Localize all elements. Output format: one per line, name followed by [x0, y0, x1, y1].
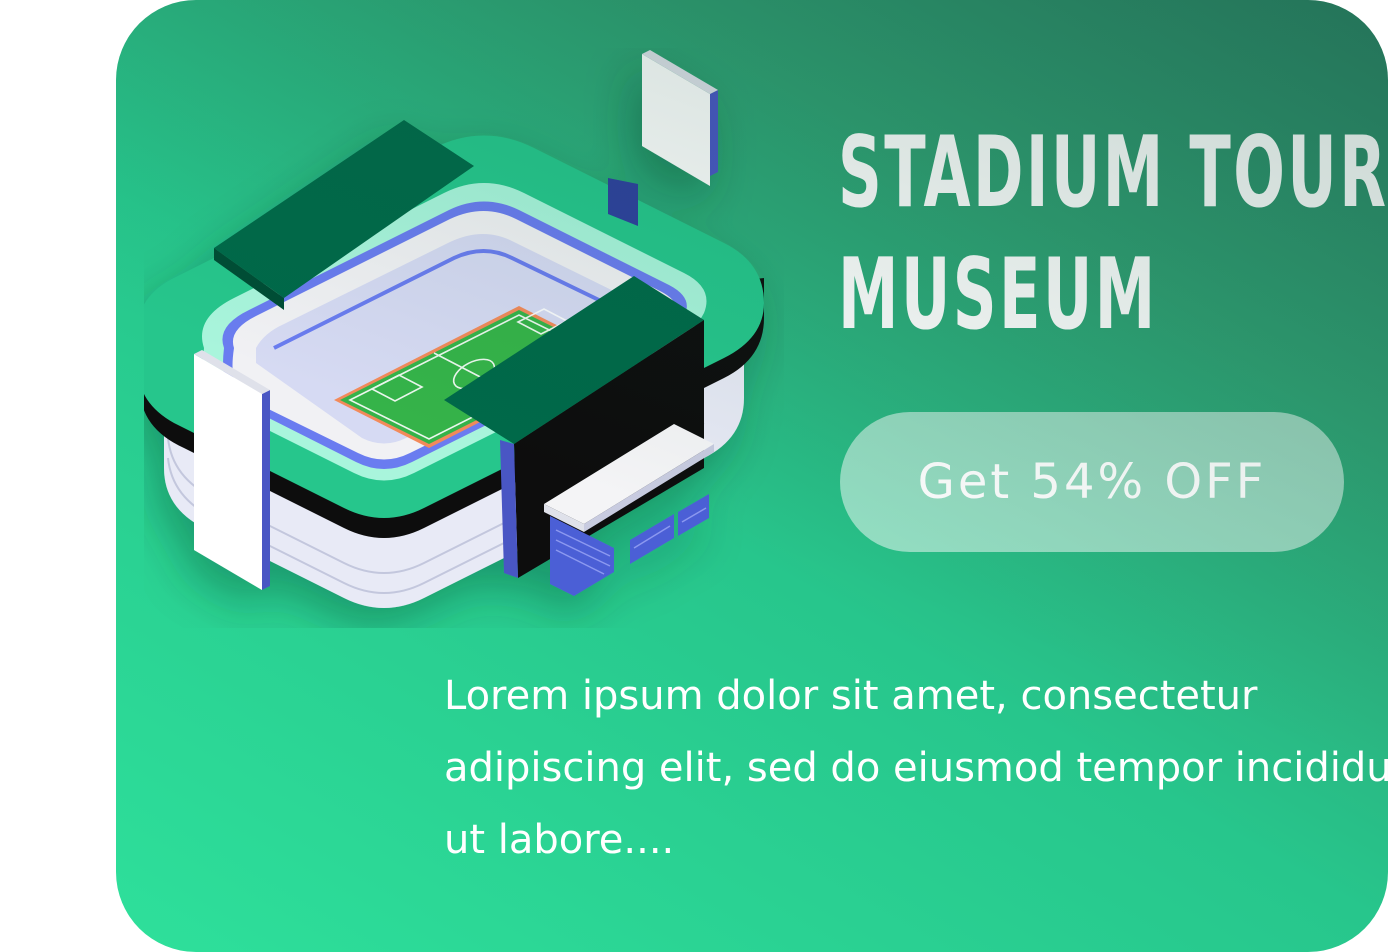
- get-discount-button[interactable]: Get 54% OFF: [840, 412, 1344, 552]
- promo-card: STADIUM TOUR MUSEUM Get 54% OFF Lorem ip…: [116, 0, 1388, 952]
- title-line-2: MUSEUM: [838, 238, 1158, 352]
- title-line-1: STADIUM TOUR: [838, 116, 1388, 230]
- stadium-illustration-icon: [137, 48, 784, 628]
- description-text: Lorem ipsum dolor sit amet, consectetur …: [444, 673, 1388, 863]
- page-title: STADIUM TOUR MUSEUM: [838, 112, 1388, 356]
